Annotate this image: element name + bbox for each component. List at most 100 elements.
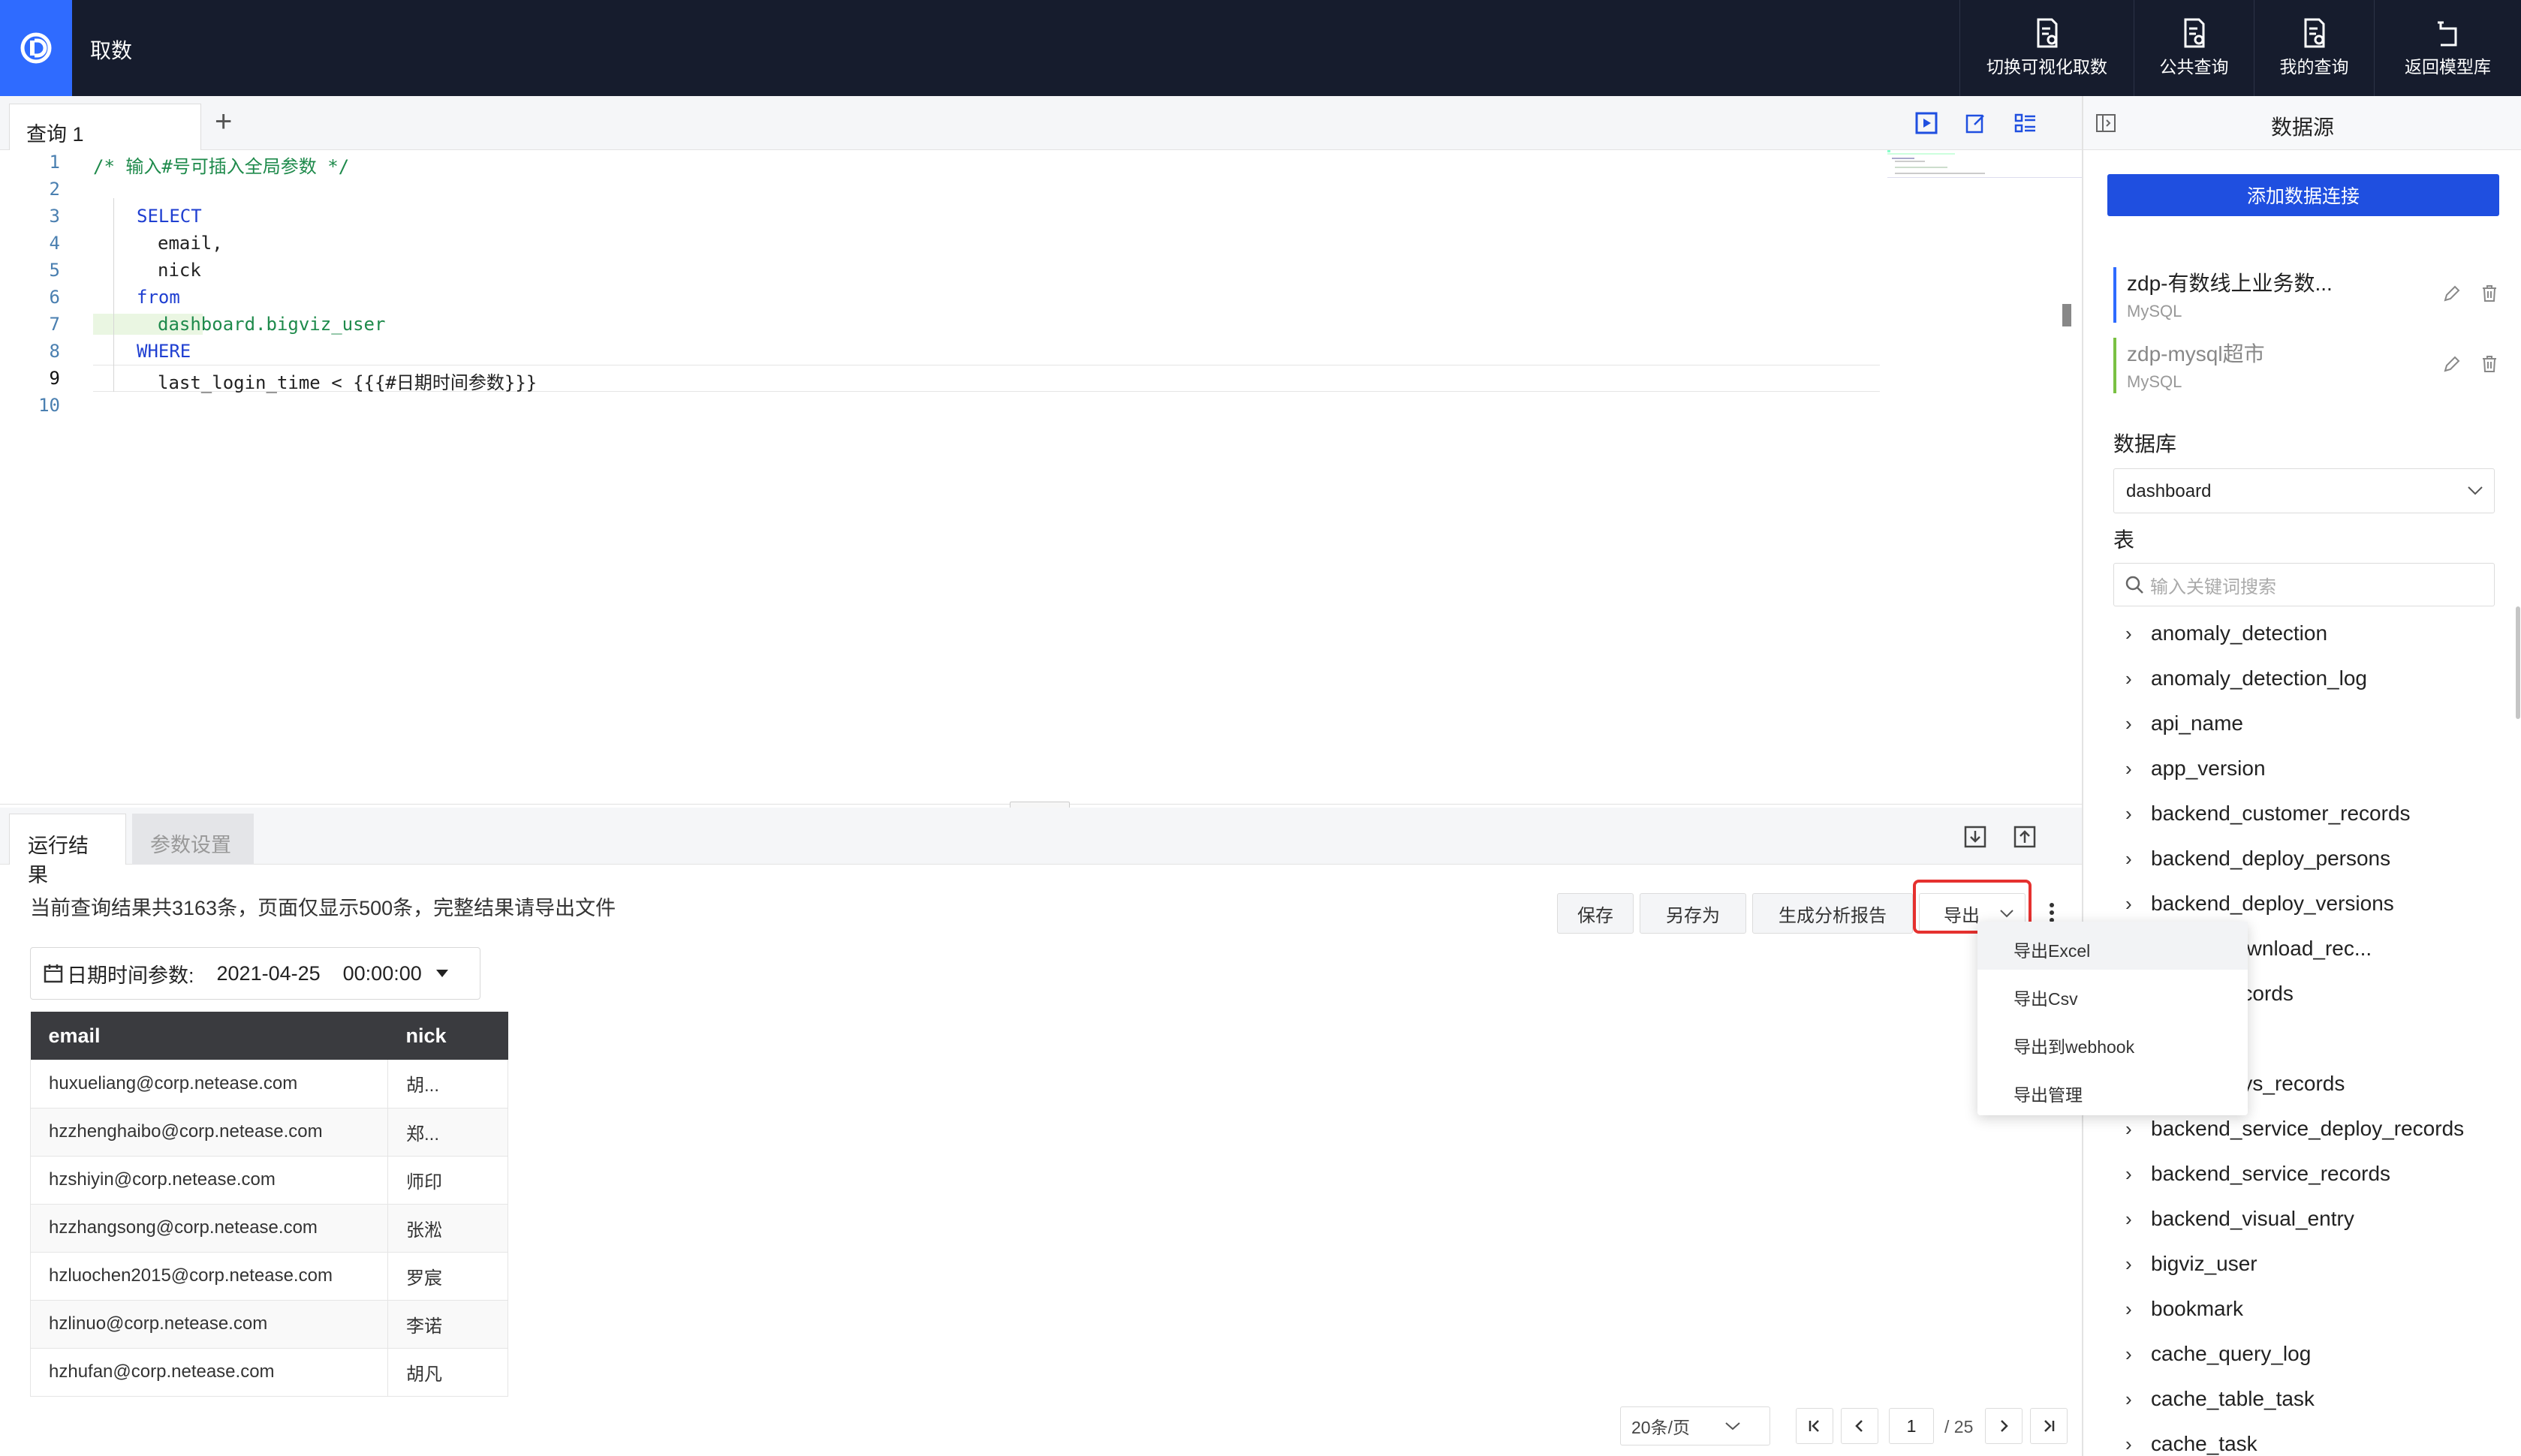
table-cell[interactable]: 李诺 <box>387 1300 508 1349</box>
code-line: email, <box>158 233 223 254</box>
chevron-right-icon: › <box>2125 666 2132 690</box>
chevron-right-icon: › <box>2125 1162 2132 1185</box>
table-cell[interactable]: 罗宸 <box>387 1252 508 1301</box>
nav-visual-query[interactable]: 切换可视化取数 <box>1959 0 2134 96</box>
table-name: app_version <box>2151 757 2266 780</box>
app-logo[interactable] <box>0 0 72 96</box>
list-icon[interactable] <box>2013 111 2038 135</box>
run-icon[interactable] <box>1914 111 1938 135</box>
table-cell[interactable]: 胡凡 <box>387 1348 508 1397</box>
table-name: backend_service_records <box>2151 1162 2391 1185</box>
next-page-button[interactable] <box>1985 1408 2023 1444</box>
table-list-item[interactable]: › backend_service_records <box>2125 1162 2516 1186</box>
table-cell[interactable]: hzzhangsong@corp.netease.com <box>30 1204 388 1253</box>
code-minimap[interactable] <box>1887 150 2083 180</box>
tab-query-1[interactable]: 查询 1 <box>9 104 201 150</box>
table-list-item[interactable]: › app_version <box>2125 757 2516 781</box>
page-size-select[interactable]: 20条/页 <box>1620 1406 1770 1445</box>
nav-label: 切换可视化取数 <box>1986 57 2107 77</box>
table-list-item[interactable]: › cache_task <box>2125 1432 2516 1456</box>
table-list-item[interactable]: › bigviz_user <box>2125 1252 2516 1276</box>
edit-icon[interactable] <box>2442 284 2462 303</box>
table-row: hzlinuo@corp.netease.com 李诺 <box>30 1300 508 1349</box>
menu-item-export-excel[interactable]: 导出Excel <box>1977 922 2248 970</box>
table-cell[interactable]: hzlinuo@corp.netease.com <box>30 1300 388 1349</box>
column-header[interactable]: email <box>30 1012 388 1060</box>
table-name: backend_customer_records <box>2151 802 2411 825</box>
add-connection-button[interactable]: 添加数据连接 <box>2107 174 2499 216</box>
tab-param-settings[interactable]: 参数设置 <box>132 814 254 865</box>
table-name: backend_deploy_persons <box>2151 847 2391 870</box>
app-title: 取数 <box>90 39 133 62</box>
connection-item[interactable]: zdp-有数线上业务数... MySQL <box>2113 267 2504 323</box>
my-query-icon <box>2304 18 2324 48</box>
table-list-item[interactable]: › api_name <box>2125 711 2516 736</box>
database-label: 数据库 <box>2113 432 2177 456</box>
public-query-icon <box>2184 18 2204 48</box>
add-tab-button[interactable]: + <box>215 107 232 137</box>
line-number: 4 <box>49 233 60 254</box>
table-cell[interactable]: 师印 <box>387 1156 508 1205</box>
table-list-item[interactable]: › cache_query_log <box>2125 1342 2516 1366</box>
nav-public-query[interactable]: 公共查询 <box>2134 0 2254 96</box>
delete-icon[interactable] <box>2480 284 2499 303</box>
upload-icon[interactable] <box>2013 826 2036 848</box>
date-param-picker[interactable]: 日期时间参数: 2021-04-25 00:00:00 <box>30 947 480 1000</box>
table-cell[interactable]: hzzhenghaibo@corp.netease.com <box>30 1108 388 1157</box>
table-cell[interactable]: hzluochen2015@corp.netease.com <box>30 1252 388 1301</box>
menu-item-export-manage[interactable]: 导出管理 <box>1977 1066 2248 1114</box>
table-cell[interactable]: hzshiyin@corp.netease.com <box>30 1156 388 1205</box>
format-icon[interactable] <box>1964 111 1988 135</box>
column-header[interactable]: nick <box>387 1012 508 1060</box>
save-button[interactable]: 保存 <box>1557 893 1634 934</box>
table-cell[interactable]: huxueliang@corp.netease.com <box>30 1060 388 1109</box>
chevron-right-icon: › <box>2125 1432 2132 1455</box>
sql-editor[interactable]: 1 2 3 4 5 6 7 8 9 10 /* 输入#号可插入全局参数 */ S… <box>0 150 2083 803</box>
database-select[interactable]: dashboard <box>2113 468 2495 513</box>
table-list-item[interactable]: › backend_deploy_persons <box>2125 847 2516 871</box>
last-page-button[interactable] <box>2030 1408 2068 1444</box>
tab-run-result[interactable]: 运行结果 <box>9 814 126 886</box>
connection-item[interactable]: zdp-mysql超市 MySQL <box>2113 338 2504 393</box>
table-cell[interactable]: 胡... <box>387 1060 508 1109</box>
table-cell[interactable]: 郑... <box>387 1108 508 1157</box>
table-cell[interactable]: 张淞 <box>387 1204 508 1253</box>
chevron-down-icon <box>1725 1422 1740 1430</box>
table-list-item[interactable]: › backend_customer_records <box>2125 802 2516 826</box>
nav-my-query[interactable]: 我的查询 <box>2254 0 2374 96</box>
chevron-right-icon: › <box>2125 1207 2132 1230</box>
edit-icon[interactable] <box>2442 354 2462 374</box>
table-list-item[interactable]: › anomaly_detection <box>2125 621 2516 645</box>
collapse-panel-icon[interactable] <box>2095 113 2116 134</box>
prev-page-button[interactable] <box>1841 1408 1878 1444</box>
page-number-input[interactable]: 1 <box>1889 1408 1934 1444</box>
menu-item-export-csv[interactable]: 导出Csv <box>1977 970 2248 1018</box>
chevron-right-icon <box>2001 1420 2008 1432</box>
table-list-item[interactable]: › backend_visual_entry <box>2125 1207 2516 1231</box>
table-list-item[interactable]: › backend_deploy_versions <box>2125 892 2516 916</box>
table-row: hzshiyin@corp.netease.com 师印 <box>30 1156 508 1205</box>
table-list-item[interactable]: › anomaly_detection_log <box>2125 666 2516 690</box>
generate-report-button[interactable]: 生成分析报告 <box>1752 893 1913 934</box>
delete-icon[interactable] <box>2480 354 2499 374</box>
table-row: huxueliang@corp.netease.com 胡... <box>30 1060 508 1109</box>
chevron-right-icon: › <box>2125 711 2132 735</box>
table-search-input[interactable]: 输入关键词搜索 <box>2113 563 2495 606</box>
table-name: bookmark <box>2151 1297 2243 1320</box>
table-cell[interactable]: hzhufan@corp.netease.com <box>30 1348 388 1397</box>
save-as-button[interactable]: 另存为 <box>1640 893 1746 934</box>
table-list-item[interactable]: › backend_service_deploy_records <box>2125 1117 2516 1141</box>
chevron-right-icon: › <box>2125 1117 2132 1140</box>
table-list-item[interactable]: › bookmark <box>2125 1297 2516 1321</box>
nav-label: 公共查询 <box>2159 57 2229 77</box>
download-icon[interactable] <box>1964 826 1986 848</box>
logo-icon <box>20 32 52 64</box>
table-list-item[interactable]: › cache_table_task <box>2125 1387 2516 1411</box>
editor-scroll-marker[interactable] <box>2062 304 2071 326</box>
nav-return-model[interactable]: 返回模型库 <box>2374 0 2521 96</box>
table-name: anomaly_detection <box>2151 621 2328 645</box>
first-page-button[interactable] <box>1796 1408 1833 1444</box>
menu-item-export-webhook[interactable]: 导出到webhook <box>1977 1018 2248 1066</box>
connection-type: MySQL <box>2127 302 2182 320</box>
sidebar-scrollbar[interactable] <box>2516 606 2520 719</box>
